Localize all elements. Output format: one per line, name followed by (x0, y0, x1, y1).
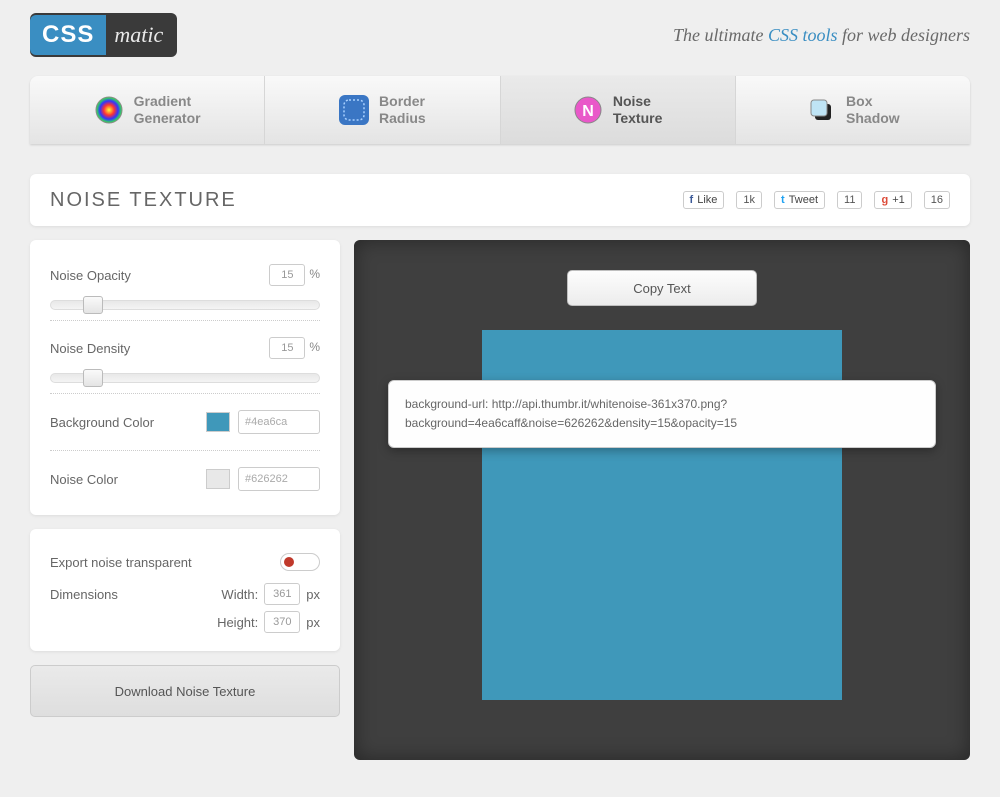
height-input[interactable] (264, 611, 300, 633)
opacity-slider[interactable] (50, 300, 320, 310)
logo-css: CSS (30, 15, 106, 55)
twitter-icon: t (781, 194, 785, 206)
logo[interactable]: CSS matic (30, 13, 177, 57)
tagline: The ultimate CSS tools for web designers (673, 25, 970, 46)
export-transparent-label: Export noise transparent (50, 555, 192, 570)
preview-panel: Copy Text background-url: http://api.thu… (354, 240, 970, 760)
box-shadow-icon (806, 95, 836, 125)
density-input[interactable] (269, 337, 305, 359)
opacity-input[interactable] (269, 264, 305, 286)
title-bar: NOISE TEXTURE fLike 1k tTweet 11 g+1 16 (30, 174, 970, 226)
noisecolor-input[interactable] (238, 467, 320, 491)
code-output[interactable]: background-url: http://api.thumbr.it/whi… (388, 380, 936, 448)
logo-matic: matic (106, 22, 163, 48)
tab-border-radius[interactable]: BorderRadius (265, 76, 500, 144)
bgcolor-input[interactable] (238, 410, 320, 434)
bgcolor-swatch[interactable] (206, 412, 230, 432)
twitter-tweet-button[interactable]: tTweet (774, 191, 825, 209)
tab-box-shadow[interactable]: BoxShadow (736, 76, 970, 144)
border-radius-icon (339, 95, 369, 125)
noise-icon: N (573, 95, 603, 125)
width-input[interactable] (264, 583, 300, 605)
controls-panel: Noise Opacity % Noise Density % Backgrou… (30, 240, 340, 515)
twitter-count: 11 (837, 191, 862, 209)
tool-tabs: GradientGenerator BorderRadius N NoiseTe… (30, 76, 970, 144)
noisecolor-swatch[interactable] (206, 469, 230, 489)
svg-text:N: N (582, 103, 594, 120)
facebook-icon: f (690, 194, 694, 206)
facebook-count: 1k (736, 191, 762, 209)
density-label: Noise Density (50, 341, 130, 356)
google-plus-button[interactable]: g+1 (874, 191, 911, 209)
dimensions-label: Dimensions (50, 587, 215, 602)
export-transparent-toggle[interactable] (280, 553, 320, 571)
page-title: NOISE TEXTURE (50, 189, 237, 212)
bgcolor-label: Background Color (50, 415, 154, 430)
density-slider[interactable] (50, 373, 320, 383)
copy-text-button[interactable]: Copy Text (567, 270, 757, 306)
opacity-slider-thumb[interactable] (83, 296, 103, 314)
export-panel: Export noise transparent Dimensions Widt… (30, 529, 340, 651)
gradient-icon (94, 95, 124, 125)
opacity-label: Noise Opacity (50, 268, 131, 283)
tab-noise-texture[interactable]: N NoiseTexture (501, 76, 736, 144)
google-plus-count: 16 (924, 191, 950, 209)
noisecolor-label: Noise Color (50, 472, 118, 487)
download-button[interactable]: Download Noise Texture (30, 665, 340, 717)
google-plus-icon: g (881, 194, 888, 206)
tab-gradient-generator[interactable]: GradientGenerator (30, 76, 265, 144)
social-buttons: fLike 1k tTweet 11 g+1 16 (683, 191, 950, 209)
facebook-like-button[interactable]: fLike (683, 191, 725, 209)
density-slider-thumb[interactable] (83, 369, 103, 387)
